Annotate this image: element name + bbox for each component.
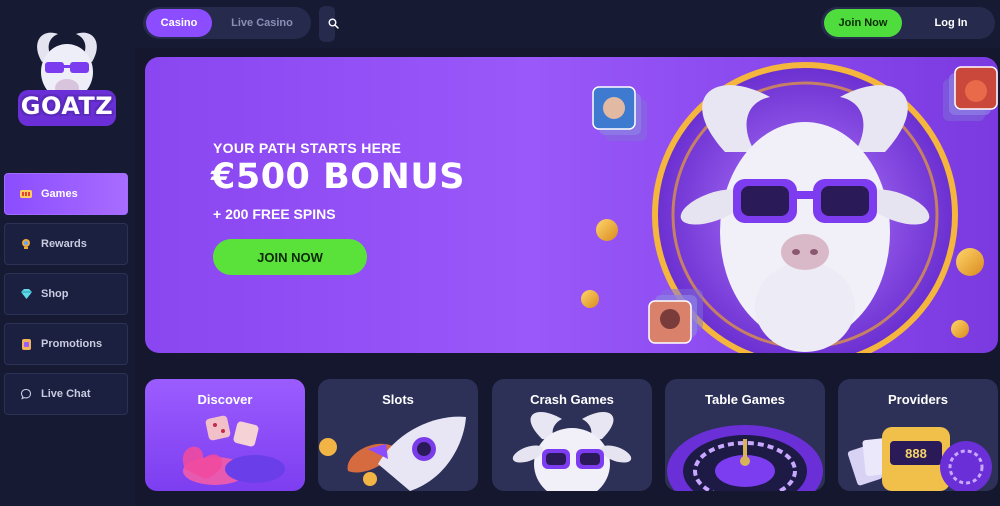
tab-casino[interactable]: Casino xyxy=(146,9,212,37)
sidebar-item-live-chat[interactable]: Live Chat xyxy=(4,373,128,415)
category-slots[interactable]: Slots xyxy=(318,379,478,491)
sidebar-item-shop[interactable]: Shop xyxy=(4,273,128,315)
category-providers[interactable]: Providers 888 xyxy=(838,379,998,491)
sidebar-item-games[interactable]: Games xyxy=(4,173,128,215)
hero-subtitle: + 200 FREE SPINS xyxy=(213,206,336,222)
category-label: Providers xyxy=(888,392,948,407)
tab-live-casino[interactable]: Live Casino xyxy=(218,9,306,37)
slot-machine-icon: 888 xyxy=(847,427,992,491)
category-label: Slots xyxy=(382,392,414,407)
hero-banner[interactable]: YOUR PATH STARTS HERE €500 BONUS + 200 F… xyxy=(145,57,998,353)
hero-join-button[interactable]: JOIN NOW xyxy=(213,239,367,275)
auth-buttons: Join Now Log In xyxy=(821,7,995,39)
hero-kicker: YOUR PATH STARTS HERE xyxy=(213,140,402,156)
category-label: Discover xyxy=(197,392,253,407)
join-now-button[interactable]: Join Now xyxy=(824,9,902,37)
category-label: Table Games xyxy=(705,392,785,407)
sidebar-item-label: Promotions xyxy=(41,338,103,350)
goatz-logo[interactable]: GOATZ xyxy=(12,22,122,132)
sidebar: GOATZ Games Rewards Shop Promotions Live… xyxy=(0,0,135,506)
casino-tabs: Casino Live Casino xyxy=(143,7,311,39)
brand-name: GOATZ xyxy=(20,92,114,120)
goat-mascot-icon xyxy=(512,411,632,491)
sidebar-item-rewards[interactable]: Rewards xyxy=(4,223,128,265)
chat-bubble-icon xyxy=(19,387,33,401)
sidebar-item-promotions[interactable]: Promotions xyxy=(4,323,128,365)
sidebar-item-label: Rewards xyxy=(41,238,87,250)
login-button[interactable]: Log In xyxy=(911,9,991,37)
search-button[interactable] xyxy=(319,6,339,42)
gem-icon xyxy=(19,287,33,301)
sidebar-item-label: Games xyxy=(41,188,78,200)
category-discover[interactable]: Discover xyxy=(145,379,305,491)
svg-text:888: 888 xyxy=(905,446,927,461)
search-icon xyxy=(328,18,339,29)
topbar: Casino Live Casino Join Now Log In xyxy=(135,0,1000,48)
trophy-icon xyxy=(19,237,33,251)
card-icon xyxy=(19,337,33,351)
category-table-games[interactable]: Table Games xyxy=(665,379,825,491)
category-crash-games[interactable]: Crash Games xyxy=(492,379,652,491)
game-tile-stack xyxy=(592,86,647,141)
dice-chips-icon xyxy=(182,415,285,485)
goat-mascot-illustration xyxy=(581,62,998,353)
roulette-wheel-icon xyxy=(667,425,823,491)
category-label: Crash Games xyxy=(530,392,614,407)
sidebar-item-label: Shop xyxy=(41,288,69,300)
slot-machine-icon xyxy=(19,187,33,201)
sidebar-item-label: Live Chat xyxy=(41,388,91,400)
rocket-icon xyxy=(319,416,466,491)
hero-title: €500 BONUS xyxy=(211,157,465,197)
